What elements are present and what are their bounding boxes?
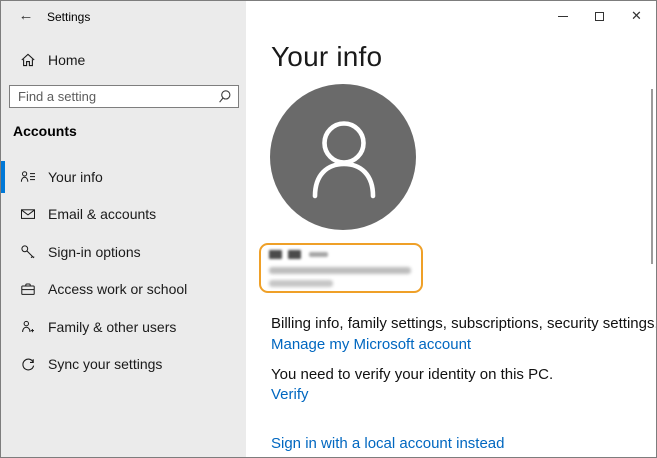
close-button[interactable]: ✕: [618, 1, 655, 31]
sync-icon: [22, 358, 35, 371]
search-box: [9, 85, 239, 108]
redacted-block: [309, 252, 328, 257]
redacted-account-type: [269, 280, 333, 287]
verify-identity-text: You need to verify your identity on this…: [271, 366, 554, 383]
maximize-icon: [595, 11, 604, 21]
add-person-icon: [22, 320, 34, 332]
home-label: Home: [48, 52, 86, 68]
sidebar-nav: Your info Email & accounts Sign-in optio…: [1, 158, 246, 383]
sidebar-item-label: Your info: [48, 168, 103, 185]
redacted-block: [269, 250, 282, 259]
manage-account-link[interactable]: Manage my Microsoft account: [271, 336, 471, 353]
billing-info-text: Billing info, family settings, subscript…: [271, 315, 657, 332]
home-icon: [21, 53, 35, 67]
sidebar-item-home[interactable]: Home: [1, 45, 246, 75]
redacted-account-info-highlight: [259, 243, 423, 293]
scrollbar[interactable]: [651, 89, 653, 264]
redacted-user-name: [269, 250, 413, 259]
selected-indicator: [1, 161, 5, 193]
maximize-button[interactable]: [581, 1, 618, 31]
sidebar-item-sign-in-options[interactable]: Sign-in options: [1, 233, 246, 271]
avatar: [270, 84, 416, 230]
sidebar-item-label: Access work or school: [48, 281, 188, 298]
window-controls: ✕: [544, 1, 655, 31]
search-icon[interactable]: [217, 89, 233, 105]
section-header-accounts: Accounts: [13, 123, 77, 139]
sidebar-item-sync-settings[interactable]: Sync your settings: [1, 346, 246, 384]
person-icon: [312, 121, 376, 199]
minimize-icon: [557, 15, 568, 17]
key-icon: [21, 245, 35, 259]
search-input[interactable]: [10, 86, 238, 107]
local-account-link[interactable]: Sign in with a local account instead: [271, 435, 504, 452]
sidebar-item-your-info[interactable]: Your info: [1, 158, 246, 196]
contact-card-icon: [20, 171, 35, 182]
verify-link[interactable]: Verify: [271, 386, 309, 403]
email-icon: [21, 209, 35, 220]
sidebar-item-email-accounts[interactable]: Email & accounts: [1, 196, 246, 234]
sidebar: ← Settings Home Accounts: [1, 1, 246, 457]
back-button[interactable]: ←: [14, 5, 38, 27]
sidebar-item-label: Sync your settings: [48, 356, 163, 373]
redacted-block: [288, 250, 301, 259]
minimize-button[interactable]: [544, 1, 581, 31]
briefcase-icon: [21, 283, 35, 296]
sidebar-item-label: Family & other users: [48, 318, 177, 335]
sidebar-item-label: Email & accounts: [48, 206, 157, 223]
window-title: Settings: [47, 10, 91, 24]
settings-window: ← Settings Home Accounts: [0, 0, 657, 458]
sidebar-item-label: Sign-in options: [48, 243, 141, 260]
sidebar-item-family-other-users[interactable]: Family & other users: [1, 308, 246, 346]
redacted-email: [269, 267, 411, 274]
page-title: Your info: [271, 41, 383, 72]
sidebar-item-access-work-school[interactable]: Access work or school: [1, 271, 246, 309]
